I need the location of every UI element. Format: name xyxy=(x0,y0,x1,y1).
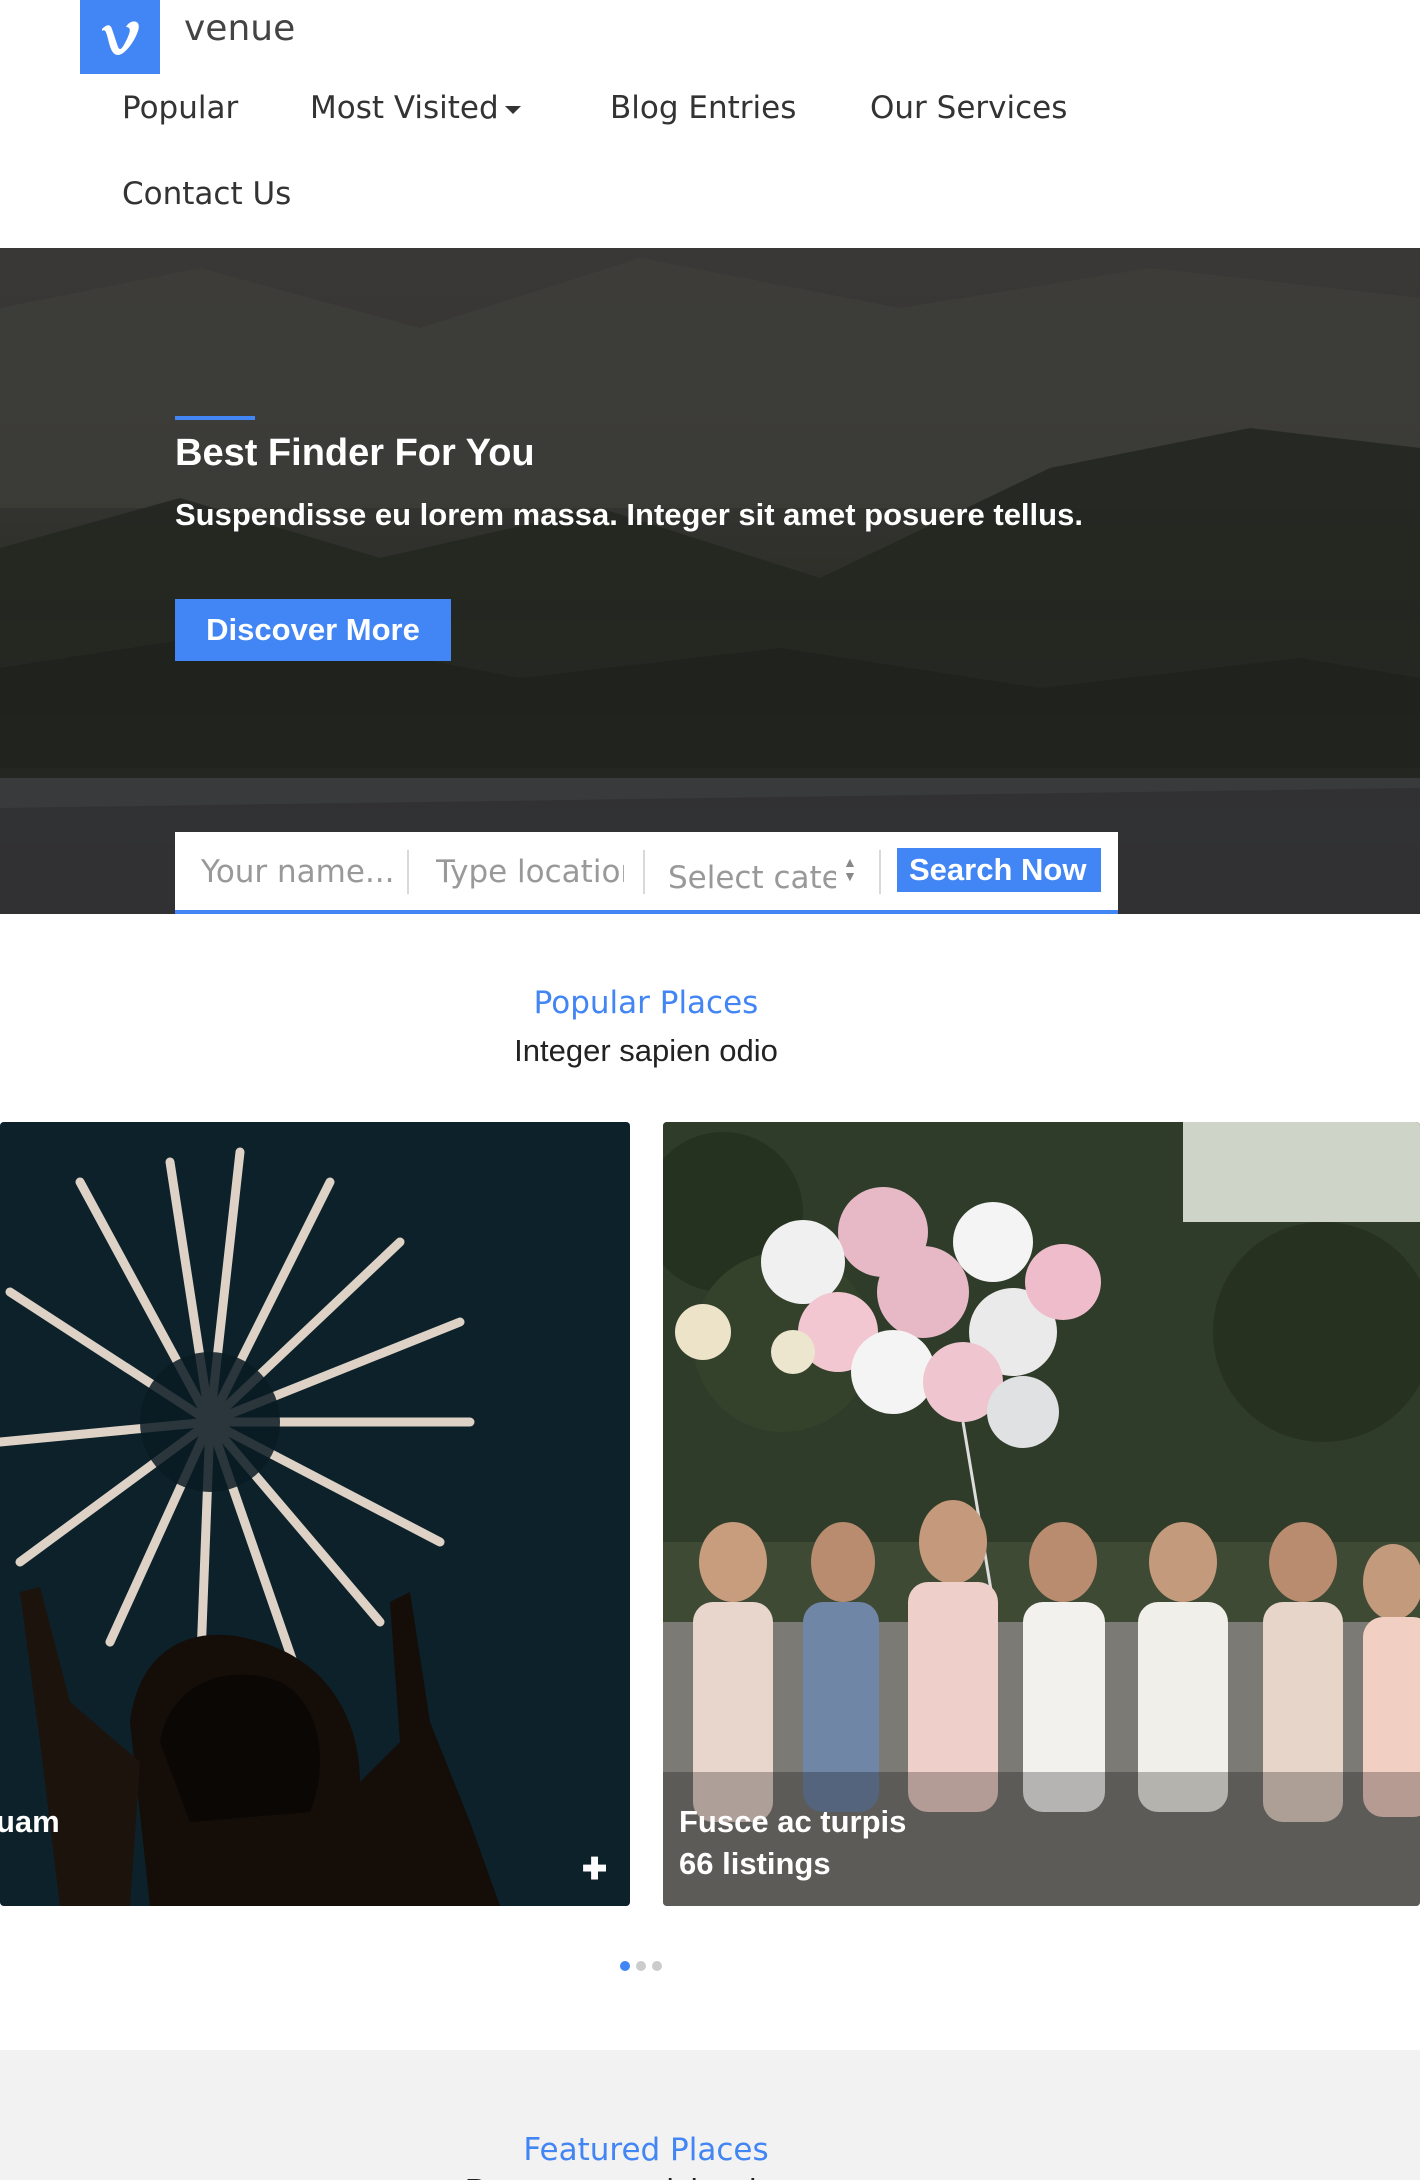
card-title: uam xyxy=(0,1804,60,1839)
category-select[interactable]: Select category xyxy=(668,852,836,904)
hero-accent-line xyxy=(175,416,255,420)
carousel-dot[interactable] xyxy=(652,1961,662,1971)
carousel-dots xyxy=(620,1961,662,1971)
hero-title: Best Finder For You xyxy=(175,432,535,474)
hero-background-image xyxy=(0,258,1420,914)
nav-item-label: Contact Us xyxy=(122,176,292,212)
nav-item-most-visited[interactable]: Most Visited xyxy=(310,90,521,126)
location-input[interactable]: Type location... xyxy=(436,846,624,898)
popular-places-label: Popular Places xyxy=(533,985,759,1021)
hero-subtitle: Suspendisse eu lorem massa. Integer sit … xyxy=(175,497,1083,532)
nav-item-blog-entries[interactable]: Blog Entries xyxy=(610,90,796,126)
hero-section: Best Finder For You Suspendisse eu lorem… xyxy=(0,248,1420,914)
party-image xyxy=(663,1122,1420,1906)
logo[interactable] xyxy=(80,0,160,74)
nav-item-label: Popular xyxy=(122,90,239,126)
nav-item-contact-us[interactable]: Contact Us xyxy=(122,176,291,212)
search-divider xyxy=(643,850,645,894)
search-divider xyxy=(879,850,881,894)
fireworks-image xyxy=(0,1122,630,1906)
nav-item-our-services[interactable]: Our Services xyxy=(870,90,1067,126)
featured-places-subtitle: Praesent nec dui sed urna xyxy=(0,2172,1292,2180)
search-divider xyxy=(407,850,409,894)
discover-more-button[interactable]: Discover More xyxy=(175,599,451,661)
nav-item-label: Our Services xyxy=(870,90,1068,126)
carousel-dot[interactable] xyxy=(636,1961,646,1971)
plus-icon[interactable]: ✚ xyxy=(582,1852,607,1887)
brand-name[interactable]: venue xyxy=(184,8,295,49)
site-header: venue Popular Most Visited Blog Entries … xyxy=(0,0,1420,248)
carousel-dot[interactable] xyxy=(620,1961,630,1971)
search-bar: Your name... Search Now xyxy=(175,832,1118,914)
vimeo-v-icon xyxy=(102,21,139,55)
nav-item-label: Most Visited xyxy=(310,90,499,126)
featured-places-label: Featured Places xyxy=(523,2132,769,2168)
place-card[interactable]: Fusce ac turpis 66 listings xyxy=(663,1122,1420,1906)
popular-places-subtitle: Integer sapien odio xyxy=(514,1033,778,1068)
featured-section: Featured Places Praesent nec dui sed urn… xyxy=(0,2050,1420,2180)
card-listing-count: 66 listings xyxy=(679,1846,831,1881)
nav-item-label: Blog Entries xyxy=(610,90,797,126)
search-now-button[interactable]: Search Now xyxy=(897,848,1101,892)
nav-item-popular[interactable]: Popular xyxy=(122,90,238,126)
select-arrows-icon: ▲ ▼ xyxy=(843,854,857,884)
place-card[interactable]: uam ✚ xyxy=(0,1122,630,1906)
card-title: Fusce ac turpis xyxy=(679,1804,907,1839)
chevron-down-icon xyxy=(504,105,521,114)
